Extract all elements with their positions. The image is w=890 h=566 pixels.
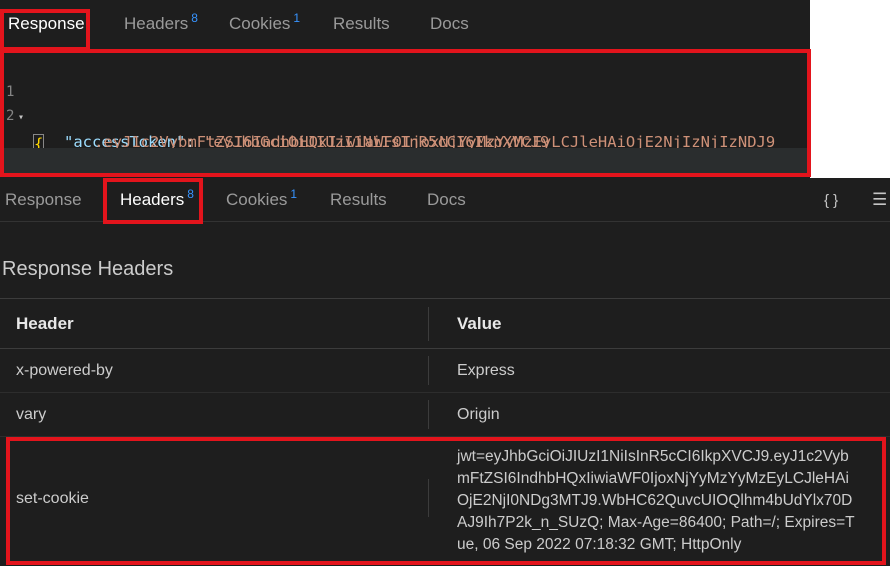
header-value-cell: Origin — [457, 405, 500, 423]
tab-label: Response — [5, 190, 82, 209]
cookie-value-line: OjE2NjI0NDg3MTJ9.WbHC62QuvcUIOQlhm4bUdYl… — [457, 492, 853, 509]
tab-response[interactable]: Response — [5, 178, 82, 222]
column-divider — [428, 356, 429, 385]
column-divider — [428, 400, 429, 429]
tab-label: Headers — [124, 14, 189, 33]
tab-results[interactable]: Results — [330, 178, 387, 222]
tab-results[interactable]: Results — [333, 0, 390, 48]
tab-label: Results — [330, 190, 387, 209]
column-header-value: Value — [457, 314, 502, 333]
tab-label: Headers — [120, 190, 185, 209]
top-response-panel: Response Headers 8 Cookies 1 Results Docs … — [0, 0, 811, 223]
tab-count-badge: 1 — [290, 187, 298, 201]
column-header-header: Header — [16, 314, 74, 333]
tab-label: Docs — [427, 190, 466, 209]
tab-label: Cookies — [226, 190, 288, 209]
header-name-cell: x-powered-by — [16, 361, 113, 379]
menu-icon[interactable]: ☰ — [872, 178, 887, 222]
code-line-2: 2 "accessToken": "eyJhbGciOiJIUzI1NiIsIn… — [0, 77, 810, 151]
cookie-value-line: mFtZSI6IndhbHQxIiwiaWF0IjoxNjYyMzYyMzEyL… — [457, 470, 849, 487]
table-header-row: Header Value — [0, 298, 890, 349]
header-value-cell: Express — [457, 361, 515, 379]
bottom-headers-panel: Response Headers 8 Cookies 1 Results Docs … — [0, 178, 890, 566]
table-row: set-cookie jwt=eyJhbGciOiJIUzI1NiIsInR5c… — [0, 437, 890, 565]
cookie-value-line: AJ9Ih7P2k_n_SUzQ; Max-Age=86400; Path=/;… — [457, 514, 855, 531]
tab-count-badge: 8 — [187, 187, 194, 201]
tab-cookies[interactable]: Cookies 1 — [229, 0, 300, 48]
cookie-value-line: ue, 06 Sep 2022 07:18:32 GMT; HttpOnly — [457, 536, 742, 553]
tab-headers[interactable]: Headers 8 — [124, 0, 198, 48]
tab-docs[interactable]: Docs — [427, 178, 466, 222]
braces-format-icon[interactable]: { } — [824, 178, 838, 222]
tab-count-badge: 1 — [293, 11, 301, 25]
code-line-3: 3 } — [0, 148, 810, 223]
tab-label: Cookies — [229, 14, 291, 33]
tab-label: Results — [333, 14, 390, 33]
tab-label: Response — [8, 14, 85, 33]
table-row: x-powered-by Express — [0, 349, 890, 393]
section-title: Response Headers — [2, 258, 174, 280]
header-value-cell: jwt=eyJhbGciOiJIUzI1NiIsInR5cCI6IkpXVCJ9… — [457, 446, 855, 556]
header-name-cell: set-cookie — [16, 490, 89, 507]
tab-label: Docs — [430, 14, 469, 33]
code-line-1: 1 ▾ { — [0, 53, 810, 154]
json-response-editor[interactable]: 1 ▾ { 2 "accessToken": "eyJhbGciOiJIUzI1… — [0, 50, 810, 223]
header-name-cell: vary — [16, 405, 47, 423]
cookie-value-line: jwt=eyJhbGciOiJIUzI1NiIsInR5cCI6IkpXVCJ9… — [457, 448, 849, 465]
tab-docs[interactable]: Docs — [430, 0, 469, 48]
tab-headers[interactable]: Headers 8 — [120, 178, 194, 222]
table-row: vary Origin — [0, 393, 890, 437]
bottom-tab-bar: Response Headers 8 Cookies 1 Results Docs … — [0, 178, 890, 222]
column-divider — [428, 479, 429, 517]
tab-response[interactable]: Response — [8, 0, 85, 48]
top-tab-bar: Response Headers 8 Cookies 1 Results Docs — [0, 0, 810, 48]
active-tab-indicator — [120, 220, 194, 222]
column-resize-handle[interactable] — [428, 307, 429, 341]
tab-cookies[interactable]: Cookies 1 — [226, 178, 297, 222]
tab-count-badge: 8 — [191, 11, 198, 25]
